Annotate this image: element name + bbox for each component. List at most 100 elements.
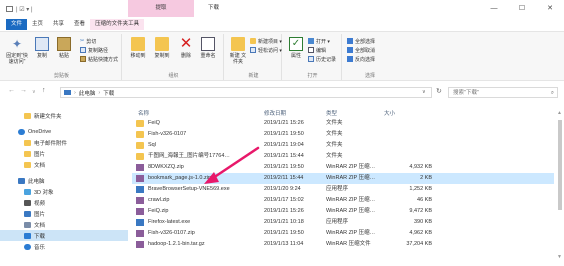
- new-item-button[interactable]: 新建项目 ▾: [250, 37, 282, 45]
- table-row[interactable]: BraveBrowserSetup-VNE569.exe 2019/1/20 9:…: [132, 184, 554, 195]
- quick-access-controls[interactable]: | ☑ ▾ |: [16, 6, 33, 13]
- invert-selection-button[interactable]: 反向选择: [347, 55, 375, 63]
- maximize-button[interactable]: ☐: [508, 0, 536, 17]
- breadcrumb-this-pc[interactable]: 此电脑: [79, 89, 96, 97]
- nav-item-onedrive-documents[interactable]: 文档: [24, 159, 45, 170]
- easy-access-icon: [250, 47, 256, 53]
- table-row[interactable]: 千图网_海報王_图片编号17764… 2019/1/21 15:44 文件夹: [132, 151, 554, 162]
- copy-to-button[interactable]: 复制到: [152, 37, 172, 59]
- file-date: 2019/1/21 15:26: [264, 208, 304, 214]
- nav-item-new-folder[interactable]: 新建文件夹: [24, 110, 62, 121]
- context-tab-extract[interactable]: 提取: [128, 0, 194, 17]
- column-header-name[interactable]: 名称: [138, 109, 149, 117]
- search-input[interactable]: 搜索"下载" ⌕: [448, 87, 558, 98]
- zip-archive-icon: [136, 241, 144, 248]
- tab-file[interactable]: 文件: [6, 19, 28, 30]
- table-row[interactable]: FeiQ.zip 2019/1/21 15:26 WinRAR ZIP 压缩… 9,4…: [132, 206, 554, 217]
- new-folder-button[interactable]: 新建 文件夹: [228, 37, 248, 65]
- easy-access-button[interactable]: 轻松访问 ▾: [250, 46, 282, 54]
- table-row[interactable]: Sql 2019/1/21 19:04 文件夹: [132, 140, 554, 151]
- copy-path-button[interactable]: 复制路径: [80, 46, 108, 54]
- table-row[interactable]: crawl.zip 2019/1/17 15:02 WinRAR ZIP 压缩… 46…: [132, 195, 554, 206]
- nav-item-label: 下载: [34, 233, 46, 240]
- tab-share[interactable]: 共享: [48, 19, 69, 30]
- scroll-down-icon[interactable]: ▼: [557, 254, 562, 260]
- file-name: Fish-v326-0107.zip: [148, 230, 195, 236]
- open-button[interactable]: 打开 ▾: [308, 37, 330, 45]
- nav-item-onedrive[interactable]: OneDrive: [18, 126, 51, 137]
- select-none-button[interactable]: 全部取消: [347, 46, 375, 54]
- document-icon: [24, 221, 31, 228]
- paste-shortcut-button[interactable]: 粘贴快捷方式: [80, 55, 118, 63]
- table-row[interactable]: hadoop-1.2.1-bin.tar.gz 2019/1/13 11:04 Wi…: [132, 239, 554, 250]
- scroll-up-icon[interactable]: ▲: [557, 110, 562, 116]
- vertical-scrollbar[interactable]: ▲ ▼: [556, 110, 564, 260]
- cut-label: 剪切: [86, 38, 97, 45]
- table-row-selected[interactable]: bookmark_page.js-1.0.zip 2019/2/11 15:44 W…: [132, 173, 554, 184]
- properties-button[interactable]: ✓ 属性: [286, 37, 306, 59]
- pin-to-quick-access-button[interactable]: ✦ 固定到"快速访问": [4, 37, 30, 65]
- new-group: 新建 文件夹 新建项目 ▾ 轻松访问 ▾ 新建: [226, 34, 282, 80]
- column-header-size[interactable]: 大小: [384, 109, 395, 117]
- copy-button[interactable]: 复制: [32, 37, 52, 59]
- paste-button[interactable]: 粘贴: [54, 37, 74, 59]
- scrollbar-thumb[interactable]: [558, 120, 562, 210]
- rename-button[interactable]: 重命名: [198, 37, 218, 59]
- file-type: 应用程序: [326, 186, 349, 192]
- up-button[interactable]: ↑: [42, 87, 46, 94]
- table-row[interactable]: 8DWKXZQ.zip 2019/1/21 19:50 WinRAR ZIP 压缩……: [132, 162, 554, 173]
- forward-button[interactable]: →: [20, 87, 27, 94]
- refresh-button[interactable]: ↻: [436, 87, 442, 95]
- tab-compressed-folder-tools[interactable]: 压缩的文件夹工具: [90, 19, 145, 30]
- history-button[interactable]: 历史记录: [308, 55, 336, 63]
- folder-icon: [136, 120, 144, 127]
- address-dropdown-button[interactable]: ∨: [422, 89, 426, 95]
- select-none-icon: [347, 47, 353, 53]
- table-row[interactable]: Firefox-latest.exe 2019/1/21 10:18 应用程序 390…: [132, 217, 554, 228]
- zip-archive-icon: [136, 230, 144, 237]
- file-size: 4,932 KB: [409, 164, 432, 170]
- file-type: 文件夹: [326, 120, 343, 126]
- copy-icon: [35, 37, 49, 51]
- quick-access-toolbar[interactable]: | ☑ ▾ |: [6, 3, 33, 15]
- nav-item-this-pc[interactable]: 此电脑: [18, 175, 45, 186]
- file-size: 1,252 KB: [409, 186, 432, 192]
- back-button[interactable]: ←: [8, 87, 15, 94]
- nav-item-email-attachments[interactable]: 电子邮件附件: [24, 137, 67, 148]
- nav-item-label: 文档: [34, 162, 46, 169]
- column-header-type[interactable]: 类型: [326, 109, 337, 117]
- close-button[interactable]: ✕: [536, 0, 564, 17]
- nav-item-downloads[interactable]: 下载: [0, 230, 128, 241]
- tab-view[interactable]: 查看: [69, 19, 90, 30]
- file-date: 2019/1/21 19:50: [264, 230, 304, 236]
- table-row[interactable]: Fish-v326-0107.zip 2019/1/21 19:50 WinRAR …: [132, 228, 554, 239]
- file-date: 2019/1/20 9:24: [264, 186, 301, 192]
- nav-item-documents[interactable]: 文档: [24, 219, 45, 230]
- nav-item-3d-objects[interactable]: 3D 对象: [24, 186, 54, 197]
- delete-button[interactable]: ✕ 删除: [176, 36, 196, 59]
- computer-icon: [18, 177, 25, 184]
- recent-locations-button[interactable]: ∨: [32, 89, 36, 95]
- address-bar[interactable]: › 此电脑 › 下载: [60, 87, 432, 98]
- table-row[interactable]: Fish-v326-0107 2019/1/21 19:50 文件夹: [132, 129, 554, 140]
- file-date: 2019/2/11 15:44: [264, 175, 304, 181]
- move-to-button[interactable]: 移动到: [128, 37, 148, 59]
- nav-item-onedrive-pictures[interactable]: 图片: [24, 148, 45, 159]
- tab-home[interactable]: 主页: [27, 19, 48, 30]
- nav-item-label: 音乐: [34, 244, 46, 251]
- nav-item-music[interactable]: 音乐: [24, 241, 45, 252]
- select-all-button[interactable]: 全部选择: [347, 37, 375, 45]
- new-item-icon: [250, 38, 256, 44]
- edit-button[interactable]: 编辑: [308, 46, 326, 54]
- minimize-button[interactable]: —: [480, 0, 508, 17]
- invert-selection-label: 反向选择: [355, 56, 376, 63]
- nav-item-pictures[interactable]: 图片: [24, 208, 45, 219]
- nav-item-videos[interactable]: 视频: [24, 197, 45, 208]
- invert-selection-icon: [347, 56, 353, 62]
- column-header-date[interactable]: 修改日期: [264, 109, 286, 117]
- file-type: WinRAR ZIP 压缩…: [326, 175, 376, 181]
- table-row[interactable]: FeiQ 2019/1/21 15:26 文件夹: [132, 118, 554, 129]
- file-type: 文件夹: [326, 153, 343, 159]
- cut-button[interactable]: ✂ 剪切: [80, 37, 96, 45]
- breadcrumb-downloads[interactable]: 下载: [103, 89, 114, 97]
